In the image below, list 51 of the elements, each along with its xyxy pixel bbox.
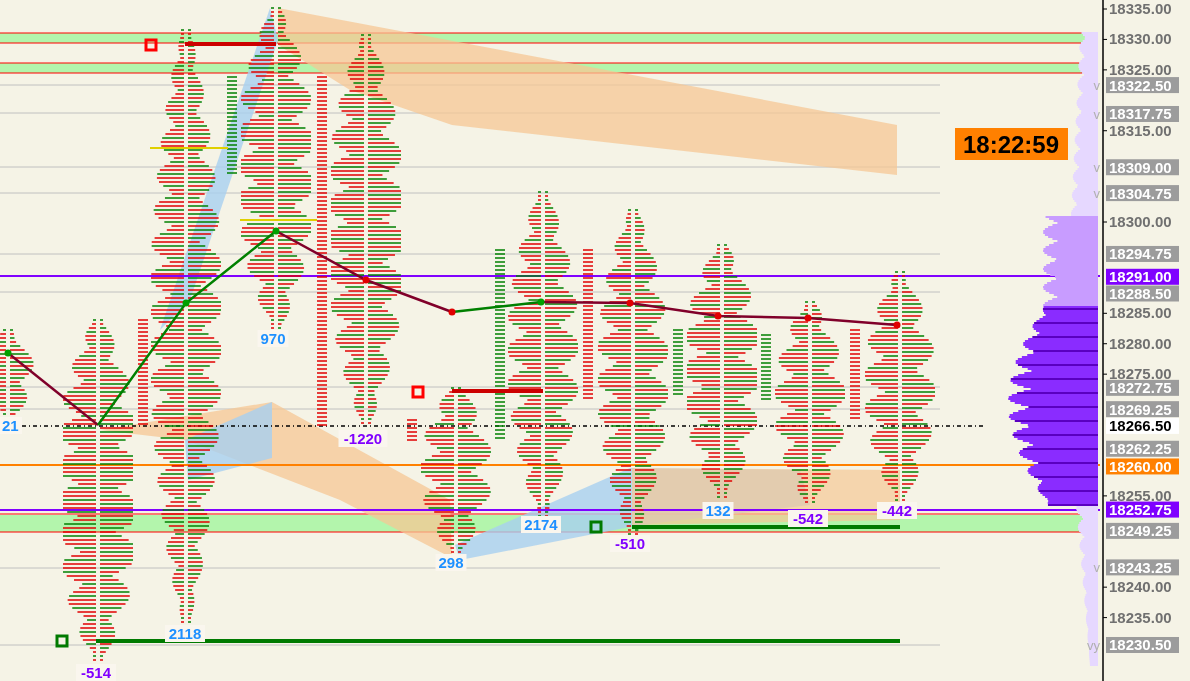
tick-column — [406, 419, 418, 441]
marker-label: v — [1093, 560, 1100, 576]
poc-point — [714, 312, 722, 320]
square-marker — [55, 634, 69, 648]
marker-label: v — [1093, 186, 1100, 202]
tick-column — [672, 329, 684, 395]
delta-label: 21 — [0, 417, 22, 434]
price-label: 18288.50 — [1106, 285, 1179, 302]
price-label: 18309.00 — [1106, 158, 1179, 176]
poc-point — [272, 227, 280, 235]
poc-point — [804, 314, 812, 322]
square-marker — [411, 385, 425, 399]
poc-point — [893, 321, 901, 329]
delta-label: -442 — [877, 502, 917, 519]
delta-label: -514 — [76, 664, 116, 681]
square-marker — [589, 520, 603, 534]
poc-point — [4, 349, 12, 357]
price-label: 18243.25 — [1106, 558, 1179, 576]
delta-label: -542 — [788, 510, 828, 527]
price-tick-label: 18240.00 — [1109, 578, 1172, 596]
delta-label: 298 — [435, 554, 467, 571]
price-label: 18304.75 — [1106, 184, 1179, 202]
price-tick-label: 18235.00 — [1109, 608, 1172, 626]
price-label: 18260.00 — [1106, 457, 1179, 475]
poc-point — [182, 299, 190, 307]
delta-label: 2174 — [521, 516, 561, 533]
poc-point — [448, 308, 456, 316]
delta-label: 2118 — [165, 625, 205, 642]
price-tick-label: 18300.00 — [1109, 213, 1172, 230]
price-tick-label: 18255.00 — [1109, 486, 1172, 504]
price-tick-label: 18285.00 — [1109, 304, 1172, 322]
time-badge: 18:22:59 — [955, 128, 1068, 160]
poc-point — [362, 276, 370, 284]
price-tick-label: 18325.00 — [1109, 60, 1172, 78]
marker-label: v — [1093, 160, 1100, 176]
marker-label: v — [1093, 78, 1100, 94]
delta-label: 970 — [257, 330, 289, 347]
delta-label: -1220 — [338, 430, 388, 447]
delta-label: 132 — [702, 502, 734, 519]
price-label: 18269.25 — [1106, 400, 1179, 418]
price-tick-label: 18335.00 — [1109, 0, 1172, 17]
tick-column — [760, 334, 772, 400]
marker-label: v — [1093, 107, 1100, 122]
marker-label: vy — [1087, 638, 1100, 653]
poc-point — [537, 298, 545, 306]
delta-label: -510 — [610, 535, 650, 552]
price-label: 18322.50 — [1106, 76, 1179, 94]
poc-point — [626, 299, 634, 307]
price-tick-label: 18315.00 — [1109, 121, 1172, 139]
price-tick-label: 18330.00 — [1109, 30, 1172, 48]
price-tick-label: 18280.00 — [1109, 334, 1172, 352]
